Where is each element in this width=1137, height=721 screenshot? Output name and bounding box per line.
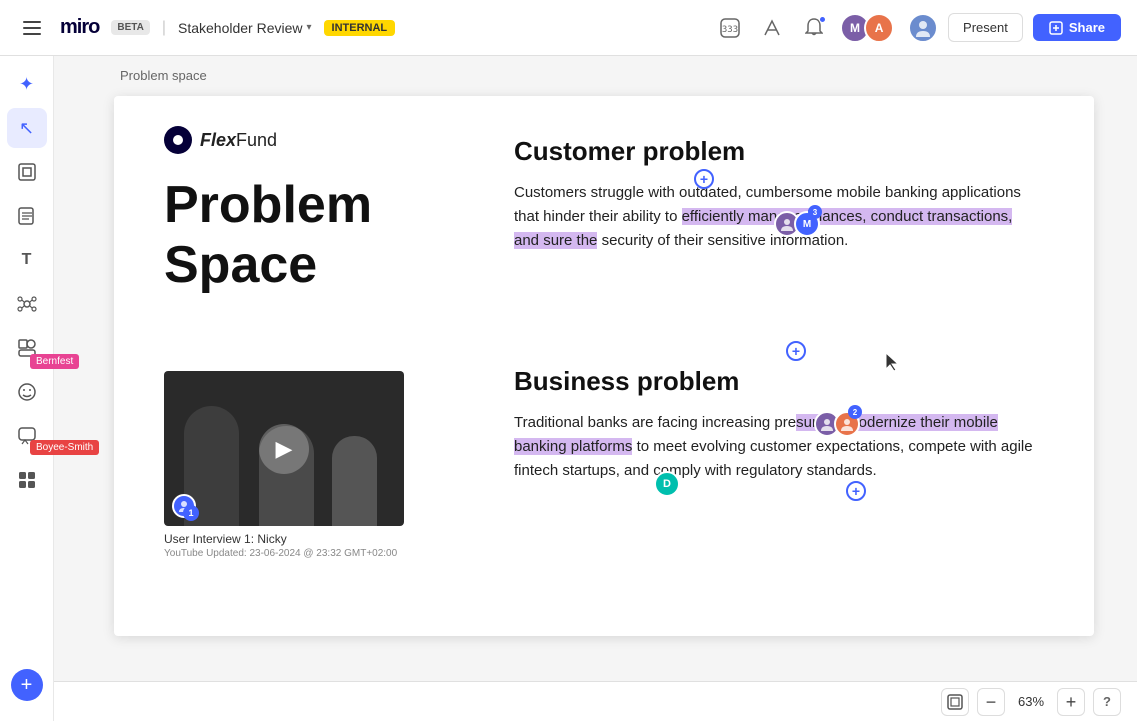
user-avatar[interactable] (908, 13, 938, 43)
help-button[interactable]: ? (1093, 688, 1121, 716)
present-button[interactable]: Present (948, 13, 1023, 42)
sidebar-add-section: + (11, 669, 43, 713)
share-button[interactable]: Share (1033, 14, 1121, 41)
collaborator-avatar-orange: 2 (834, 411, 860, 437)
plus-cursor-1: + (694, 169, 714, 189)
internal-badge: INTERNAL (324, 20, 396, 36)
breadcrumb: Problem space (120, 68, 207, 83)
zoom-controls: − 63% + ? (941, 688, 1121, 716)
cursor (884, 351, 900, 376)
video-collaborator-avatar: 1 (172, 494, 196, 518)
problem-heading: Problem Space (164, 176, 464, 296)
sidebar: ✦ ↖ T (0, 56, 54, 721)
zoom-in-button[interactable]: + (1057, 688, 1085, 716)
chevron-down-icon: ▾ (307, 22, 312, 33)
magic-pen-icon[interactable] (756, 12, 788, 44)
avatar-a: A (864, 13, 894, 43)
video-play-button[interactable]: ▶ (259, 424, 309, 474)
board-card: FlexFund Problem Space Customer problem … (114, 96, 1094, 636)
divider: | (162, 19, 166, 37)
zoom-out-button[interactable]: − (977, 688, 1005, 716)
video-title: User Interview 1: Nicky (164, 532, 404, 546)
plus-cursor-3: + (846, 481, 866, 501)
sidebar-item-magic[interactable]: ✦ (7, 64, 47, 104)
sidebar-item-select[interactable]: ↖ (7, 108, 47, 148)
hamburger-menu[interactable] (16, 12, 48, 44)
video-collaborator: 1 (172, 494, 196, 518)
business-problem-section: Business problem Traditional banks are f… (514, 366, 1034, 483)
fit-screen-button[interactable] (941, 688, 969, 716)
collaborator-group-2: 2 (814, 411, 860, 437)
business-problem-title: Business problem (514, 366, 1034, 397)
miro-logo: miro (60, 16, 99, 39)
video-badge-count: 1 (183, 505, 199, 521)
video-meta: YouTube Updated: 23-06-2024 @ 23:32 GMT+… (164, 548, 404, 559)
collab-count-2: 2 (848, 405, 862, 419)
sidebar-item-apps[interactable] (7, 460, 47, 500)
sidebar-item-mindmap[interactable] (7, 284, 47, 324)
beta-badge: BETA (111, 20, 149, 35)
sidebar-item-text[interactable]: T (7, 240, 47, 280)
collaborator-avatar-blue: M 3 (794, 211, 820, 237)
sidebar-item-emoji[interactable] (7, 372, 47, 412)
user-tag-boyee-smith: Boyee-Smith (30, 440, 99, 455)
add-button[interactable]: + (11, 669, 43, 701)
plus-cursor-2: + (786, 341, 806, 361)
sidebar-item-sticky[interactable] (7, 196, 47, 236)
topbar-right: 333 M A Present (714, 12, 1121, 44)
brand-area: FlexFund (164, 126, 277, 154)
topbar: miro BETA | Stakeholder Review ▾ INTERNA… (0, 0, 1137, 56)
collaborator-count: 3 (808, 205, 822, 219)
brand-name: FlexFund (200, 130, 277, 151)
zoom-level: 63% (1013, 694, 1049, 709)
collaborator-avatars: M A (840, 13, 894, 43)
board-name[interactable]: Stakeholder Review ▾ (178, 20, 312, 36)
canvas: FlexFund Problem Space Customer problem … (54, 56, 1137, 681)
video-card: ▶ 1 User Interview 1: Nicky YouTube Upda… (164, 371, 404, 559)
brand-logo-icon (164, 126, 192, 154)
collaborator-d: D (654, 471, 680, 497)
video-thumbnail[interactable]: ▶ 1 (164, 371, 404, 526)
topbar-left: miro BETA | Stakeholder Review ▾ INTERNA… (16, 12, 395, 44)
bottombar: − 63% + ? (54, 681, 1137, 721)
timer-icon[interactable]: 333 (714, 12, 746, 44)
sidebar-item-frames[interactable] (7, 152, 47, 192)
customer-problem-title: Customer problem (514, 136, 1034, 167)
business-problem-body: Traditional banks are facing increasing … (514, 411, 1034, 483)
notification-icon[interactable] (798, 12, 830, 44)
user-tag-bernfest: Bernfest (30, 354, 79, 369)
collaborator-group-1: M 3 (774, 211, 820, 237)
svg-text:333: 333 (722, 25, 738, 35)
